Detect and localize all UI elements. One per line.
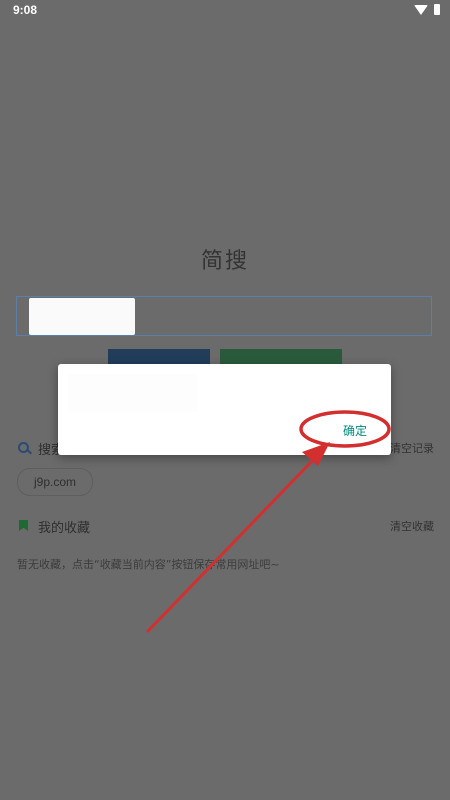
clear-history-button[interactable]: 清空记录: [390, 440, 434, 456]
favorites-label: 我的收藏: [38, 521, 91, 536]
alert-dialog: 确定: [58, 364, 391, 455]
favorites-empty-tip: 暂无收藏，点击“收藏当前内容”按钮保存常用网址吧~: [17, 558, 280, 571]
clear-favorites-button[interactable]: 清空收藏: [390, 518, 434, 534]
history-chip[interactable]: j9p.com: [17, 468, 94, 496]
search-icon: [18, 442, 29, 453]
wifi-icon: [414, 4, 428, 15]
dialog-ok-button[interactable]: 确定: [343, 422, 367, 439]
bookmark-icon: [19, 520, 28, 531]
search-input-value: [29, 298, 135, 335]
app-title: 简搜: [200, 249, 249, 274]
status-icons: [414, 4, 440, 15]
search-input[interactable]: [16, 296, 432, 336]
status-bar: 9:08: [0, 0, 450, 22]
favorites-section: 我的收藏 清空收藏: [16, 514, 434, 538]
dialog-message: [68, 374, 198, 412]
annotation-arrow-line: [146, 457, 316, 633]
battery-icon: [434, 4, 440, 15]
status-time: 9:08: [13, 3, 38, 17]
